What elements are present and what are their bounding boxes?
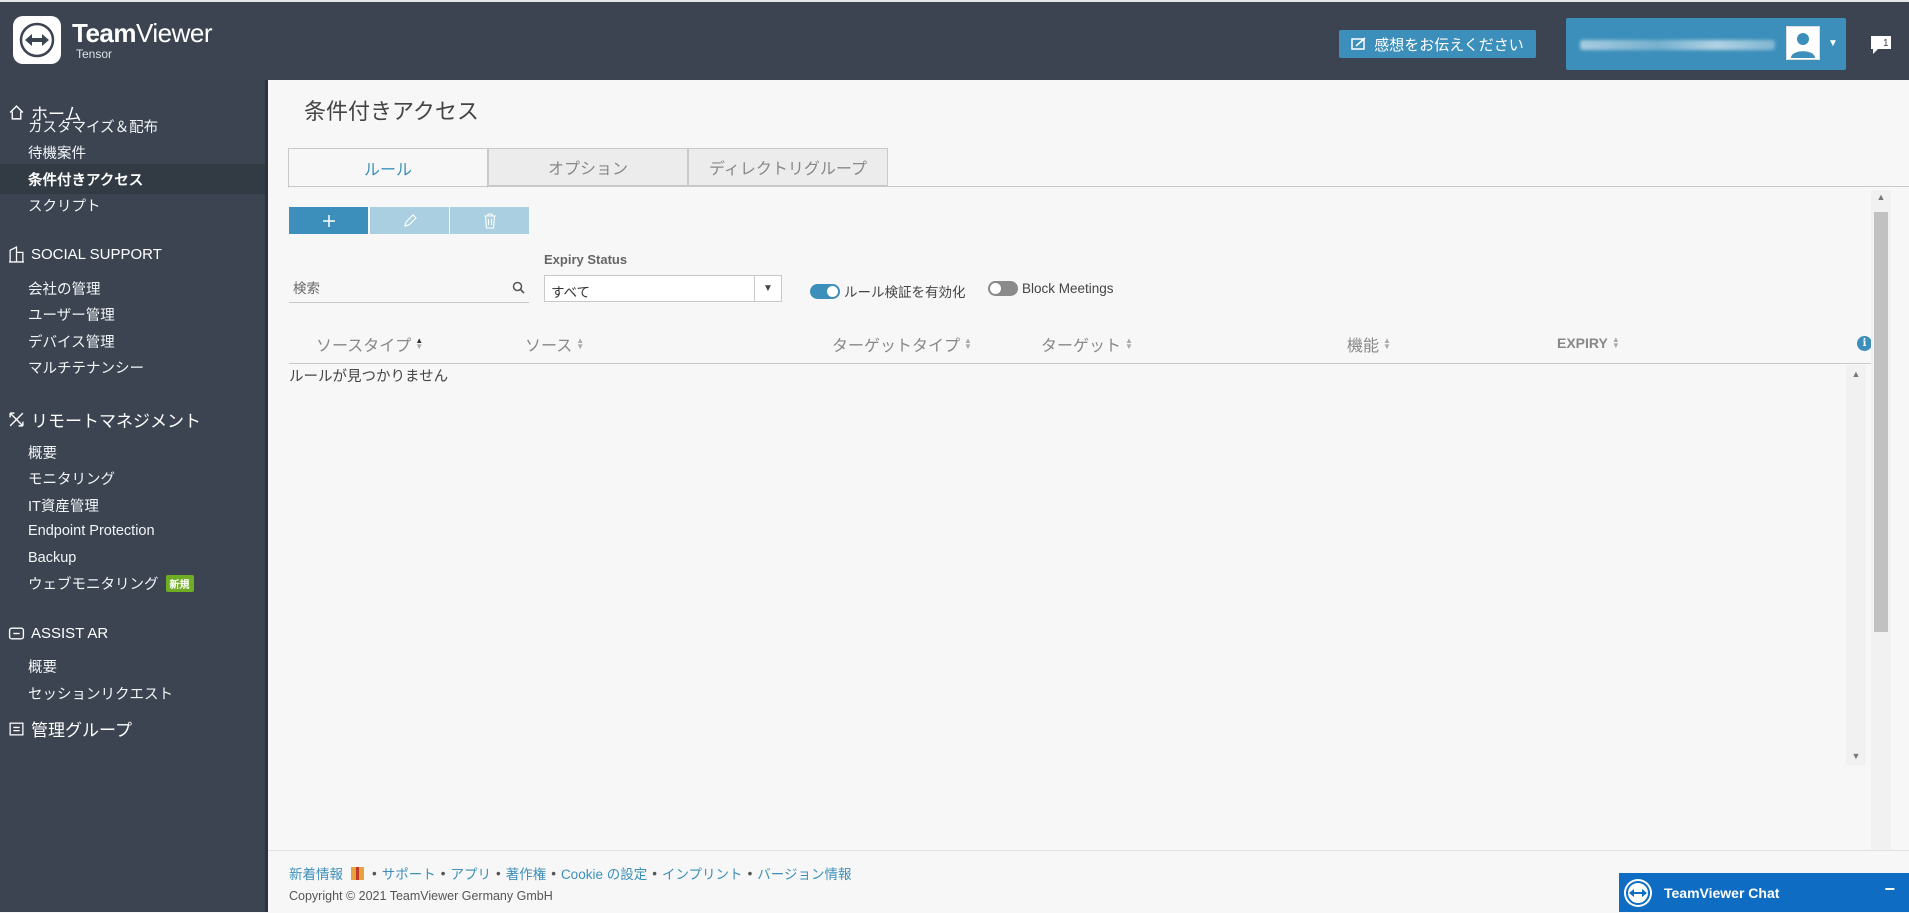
sort-icon: ▲ ▼	[964, 336, 972, 351]
minimize-icon[interactable]: −	[1884, 879, 1895, 900]
tab-bar: ルール オプション ディレクトリグループ	[288, 148, 888, 188]
block-meetings-toggle[interactable]	[988, 281, 1018, 296]
sidebar-item-monitoring[interactable]: モニタリング	[0, 463, 265, 493]
copyright-text: Copyright © 2021 TeamViewer Germany GmbH	[289, 889, 553, 903]
account-menu-button[interactable]: ▼	[1566, 18, 1846, 70]
block-meetings-toggle-group: Block Meetings	[988, 281, 1114, 296]
sidebar-section-remote-management[interactable]: リモートマネジメント	[8, 407, 201, 432]
empty-table-message: ルールが見つかりません	[289, 369, 449, 385]
sort-icon: ▲ ▼	[576, 336, 585, 351]
rule-validation-label: ルール検証を有効化	[844, 285, 966, 300]
rule-validation-toggle[interactable]	[810, 283, 840, 299]
sort-icon: ▲ ▼	[1611, 335, 1620, 350]
scroll-up-icon[interactable]: ▲	[1871, 192, 1891, 202]
search-icon[interactable]	[512, 281, 525, 294]
scrollbar-thumb[interactable]	[1874, 212, 1888, 632]
new-badge: 新規	[165, 574, 194, 592]
column-target[interactable]: ターゲット ▲ ▼	[1041, 332, 1133, 356]
teamviewer-logo-icon	[1624, 879, 1652, 907]
sidebar-item-session-requests[interactable]: セッションリクエスト	[0, 678, 265, 708]
add-rule-button[interactable]	[289, 207, 368, 234]
group-icon	[9, 722, 24, 736]
scroll-up-icon[interactable]: ▲	[1846, 369, 1866, 379]
teamviewer-chat-widget[interactable]: TeamViewer Chat −	[1619, 873, 1909, 912]
block-meetings-label: Block Meetings	[1022, 281, 1114, 296]
remote-icon	[9, 412, 24, 427]
main-content: 条件付きアクセス ルール オプション ディレクトリグループ Expiry Sta…	[268, 80, 1909, 850]
sidebar-section-social-support[interactable]: SOCIAL SUPPORT	[8, 246, 162, 263]
sidebar-item-scripts[interactable]: スクリプト	[0, 190, 265, 220]
tab-rules[interactable]: ルール	[288, 148, 488, 188]
chevron-down-icon: ▼	[754, 276, 781, 301]
notification-count: 1	[1883, 38, 1889, 49]
teamviewer-logo-icon[interactable]	[13, 16, 61, 64]
chat-bubble-icon[interactable]: 1	[1869, 34, 1893, 54]
account-name-redacted	[1580, 40, 1775, 50]
chevron-down-icon: ▼	[1828, 38, 1838, 49]
sort-icon: ▲ ▼	[415, 336, 424, 351]
footer-link-whats-new[interactable]: 新着情報	[289, 863, 343, 883]
delete-rule-button[interactable]	[450, 207, 529, 234]
table-scrollbar[interactable]: ▲ ▼	[1846, 365, 1866, 765]
footer-links: 新着情報 • サポート • アプリ • 著作権 • Cookie の設定 • イ…	[289, 863, 852, 883]
feedback-label: 感想をお伝えください	[1374, 36, 1524, 54]
sidebar-section-assist-ar[interactable]: ASSIST AR	[8, 625, 108, 642]
sort-icon: ▲ ▼	[1125, 336, 1133, 351]
sidebar-item-web-monitoring[interactable]: ウェブモニタリング 新規	[0, 568, 265, 598]
sidebar: ホーム カスタマイズ＆配布 待機案件 条件付きアクセス スクリプト SOCIAL…	[0, 80, 265, 912]
pencil-icon	[403, 213, 417, 227]
footer-link-cookie-settings[interactable]: Cookie の設定	[561, 863, 647, 883]
footer-link-imprint[interactable]: インプリント	[662, 863, 743, 883]
trash-icon	[483, 212, 496, 229]
sidebar-item-ar-overview[interactable]: 概要	[0, 651, 265, 681]
brand-name: TeamViewer	[72, 18, 213, 48]
column-source[interactable]: ソース ▲ ▼	[525, 332, 584, 356]
top-header: TeamViewer Tensor 感想をお伝えください ▼ 1	[0, 0, 1909, 80]
column-function[interactable]: 機能 ▲ ▼	[1347, 332, 1391, 356]
footer-link-support[interactable]: サポート	[382, 863, 436, 883]
page-scrollbar[interactable]: ▲	[1871, 190, 1891, 850]
expiry-status-select[interactable]: すべて ▼	[544, 275, 782, 302]
footer-link-apps[interactable]: アプリ	[450, 863, 491, 883]
sidebar-item-users[interactable]: ユーザー管理	[0, 299, 265, 329]
info-icon[interactable]: i	[1857, 336, 1872, 351]
expiry-status-label: Expiry Status	[544, 252, 628, 267]
sidebar-section-manage-groups[interactable]: 管理グループ	[8, 716, 132, 741]
sidebar-item-waiting-cases[interactable]: 待機案件	[0, 137, 265, 167]
expiry-status-value: すべて	[551, 285, 591, 300]
table-header-divider	[289, 363, 1889, 364]
column-source-type[interactable]: ソースタイプ ▲ ▼	[316, 332, 423, 356]
sidebar-item-endpoint-protection[interactable]: Endpoint Protection	[0, 516, 265, 546]
tab-directory-groups[interactable]: ディレクトリグループ	[688, 148, 888, 186]
footer-link-copyright[interactable]: 著作権	[506, 863, 547, 883]
scroll-down-icon[interactable]: ▼	[1846, 751, 1866, 761]
user-avatar-icon	[1786, 26, 1820, 60]
chat-title: TeamViewer Chat	[1664, 885, 1780, 901]
feedback-button[interactable]: 感想をお伝えください	[1339, 30, 1536, 58]
ar-icon	[8, 627, 25, 640]
feedback-icon	[1351, 37, 1366, 50]
rule-validation-toggle-group: ルール検証を有効化	[810, 281, 966, 301]
search-field	[289, 276, 529, 303]
search-input[interactable]	[289, 276, 507, 300]
column-target-type[interactable]: ターゲットタイプ ▲ ▼	[832, 332, 972, 356]
tab-divider	[288, 186, 1909, 187]
plus-icon	[322, 214, 335, 227]
sidebar-item-multitenancy[interactable]: マルチテナンシー	[0, 352, 265, 382]
tab-options[interactable]: オプション	[488, 148, 688, 186]
gift-icon	[351, 866, 364, 880]
brand-subtitle: Tensor	[76, 47, 113, 61]
sort-icon: ▲ ▼	[1383, 336, 1391, 351]
footer-link-version-info[interactable]: バージョン情報	[757, 863, 851, 883]
edit-rule-button[interactable]	[370, 207, 449, 234]
building-icon	[9, 246, 24, 263]
page-title: 条件付きアクセス	[304, 99, 479, 124]
column-expiry[interactable]: EXPIRY ▲ ▼	[1557, 335, 1620, 351]
